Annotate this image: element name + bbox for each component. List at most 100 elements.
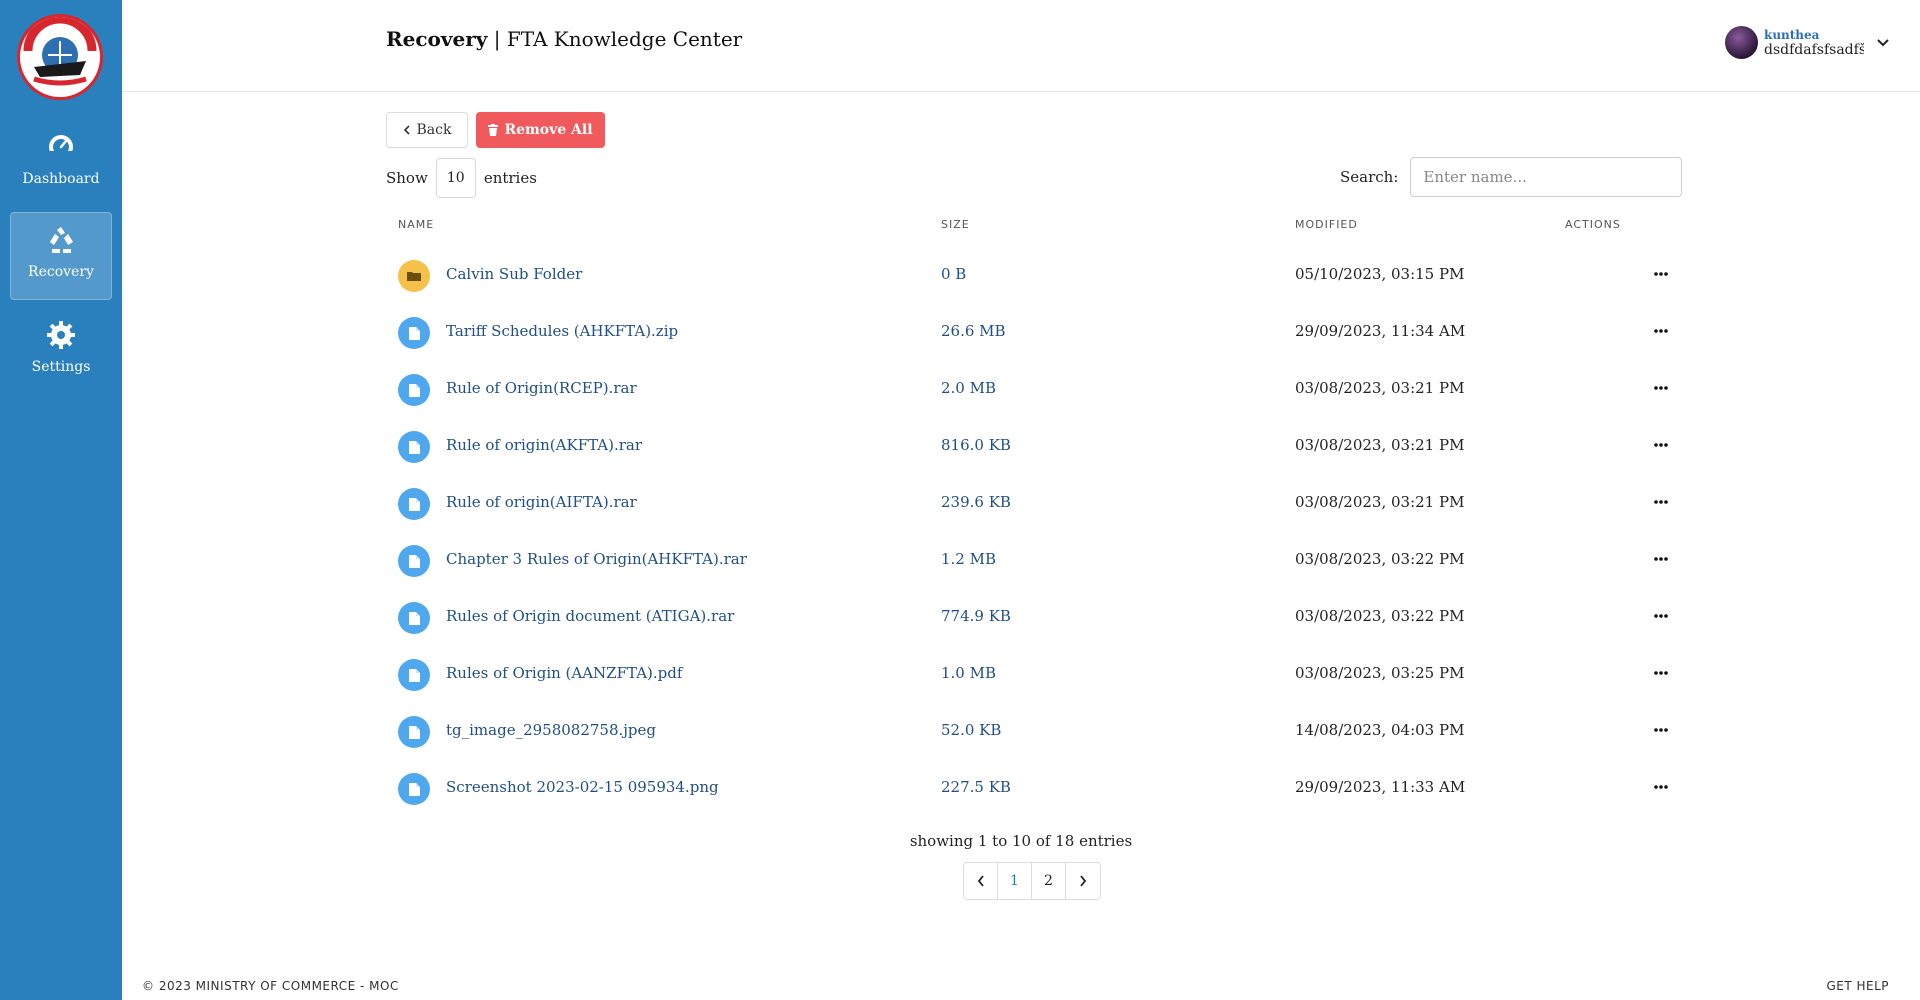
user-name: kunthea: [1764, 27, 1820, 42]
get-help-link[interactable]: GET HELP: [1826, 979, 1889, 993]
more-actions-icon[interactable]: [1648, 320, 1674, 342]
more-actions-icon[interactable]: [1648, 548, 1674, 570]
entries-selector: Show 10 entries: [386, 158, 537, 198]
sidebar-item-recovery[interactable]: Recovery: [10, 212, 112, 300]
file-modified: 03/08/2023, 03:21 PM: [1295, 436, 1465, 454]
more-actions-icon[interactable]: [1648, 377, 1674, 399]
file-icon: [398, 431, 430, 463]
file-modified: 03/08/2023, 03:21 PM: [1295, 379, 1465, 397]
sidebar-item-label: Dashboard: [22, 171, 100, 187]
file-name[interactable]: Screenshot 2023-02-15 095934.png: [446, 778, 719, 796]
more-actions-icon[interactable]: [1648, 605, 1674, 627]
file-modified: 05/10/2023, 03:15 PM: [1295, 265, 1465, 283]
more-actions-icon[interactable]: [1648, 434, 1674, 456]
chevron-left-icon: [403, 125, 410, 135]
file-name[interactable]: tg_image_2958082758.jpeg: [446, 721, 656, 739]
file-size: 1.0 MB: [941, 664, 997, 682]
column-header-size: SIZE: [941, 218, 970, 231]
page-header: Recovery | FTA Knowledge Center kunthea …: [122, 0, 1920, 92]
trash-icon: [488, 124, 499, 136]
file-icon: [398, 374, 430, 406]
more-actions-icon[interactable]: [1648, 263, 1674, 285]
user-menu[interactable]: kunthea dsdfdafsfsadfš: [1725, 26, 1890, 59]
sidebar-item-label: Settings: [31, 359, 91, 375]
file-size: 2.0 MB: [941, 379, 997, 397]
sidebar: Dashboard Recovery Settings: [0, 0, 122, 1000]
entries-select[interactable]: 10: [435, 158, 476, 198]
more-actions-icon[interactable]: [1648, 719, 1674, 741]
table-row[interactable]: Rule of origin(AKFTA).rar 816.0 KB 03/08/2…: [386, 416, 1686, 473]
next-page-button[interactable]: [1066, 863, 1100, 899]
file-icon: [398, 773, 430, 805]
column-header-actions: ACTIONS: [1565, 218, 1621, 231]
ministry-logo-icon[interactable]: [17, 14, 103, 100]
table-row[interactable]: Tariff Schedules (AHKFTA).zip 26.6 MB 29/0…: [386, 302, 1686, 359]
remove-all-button[interactable]: Remove All: [476, 112, 605, 148]
file-name[interactable]: Rule of origin(AIFTA).rar: [446, 493, 637, 511]
table-row[interactable]: Rule of origin(AIFTA).rar 239.6 KB 03/08/2…: [386, 473, 1686, 530]
file-size: 239.6 KB: [941, 493, 1011, 511]
table-row[interactable]: tg_image_2958082758.jpeg 52.0 KB 14/08/202…: [386, 701, 1686, 758]
file-modified: 03/08/2023, 03:22 PM: [1295, 550, 1465, 568]
file-modified: 14/08/2023, 04:03 PM: [1295, 721, 1465, 739]
file-name[interactable]: Chapter 3 Rules of Origin(AHKFTA).rar: [446, 550, 747, 568]
file-size: 227.5 KB: [941, 778, 1011, 796]
file-modified: 03/08/2023, 03:25 PM: [1295, 664, 1465, 682]
file-modified: 29/09/2023, 11:33 AM: [1295, 778, 1466, 796]
file-size: 0 B: [941, 265, 967, 283]
page-button-2[interactable]: 2: [1032, 863, 1066, 899]
pagination: 1 2: [963, 862, 1101, 900]
gear-icon: [47, 321, 75, 349]
file-icon: [398, 602, 430, 634]
pagination-summary: showing 1 to 10 of 18 entries: [909, 832, 1133, 850]
file-name[interactable]: Rule of Origin(RCEP).rar: [446, 379, 637, 397]
file-name[interactable]: Tariff Schedules (AHKFTA).zip: [446, 322, 678, 340]
chevron-down-icon[interactable]: [1876, 36, 1890, 50]
table-row[interactable]: Rules of Origin document (ATIGA).rar 774.…: [386, 587, 1686, 644]
file-size: 774.9 KB: [941, 607, 1011, 625]
file-icon: [398, 317, 430, 349]
chevron-right-icon: [1080, 875, 1087, 887]
remove-all-label: Remove All: [504, 122, 593, 138]
file-size: 816.0 KB: [941, 436, 1011, 454]
file-size: 26.6 MB: [941, 322, 1006, 340]
file-icon: [398, 716, 430, 748]
column-header-name: NAME: [398, 218, 435, 231]
table-row[interactable]: Calvin Sub Folder 0 B 05/10/2023, 03:15 PM: [386, 245, 1686, 302]
page-title: Recovery | FTA Knowledge Center: [386, 27, 742, 51]
table-row[interactable]: Chapter 3 Rules of Origin(AHKFTA).rar 1.2…: [386, 530, 1686, 587]
back-button[interactable]: Back: [386, 112, 468, 148]
file-icon: [398, 659, 430, 691]
chevron-left-icon: [977, 875, 984, 887]
file-name[interactable]: Rule of origin(AKFTA).rar: [446, 436, 642, 454]
table-row[interactable]: Rule of Origin(RCEP).rar 2.0 MB 03/08/2023…: [386, 359, 1686, 416]
file-name[interactable]: Rules of Origin (AANZFTA).pdf: [446, 664, 682, 682]
table-row[interactable]: Screenshot 2023-02-15 095934.png 227.5 KB…: [386, 758, 1686, 815]
user-subtitle: dsdfdafsfsadfš: [1764, 41, 1864, 58]
sidebar-item-label: Recovery: [28, 264, 94, 280]
page-title-rest: | FTA Knowledge Center: [487, 27, 743, 51]
prev-page-button[interactable]: [964, 863, 998, 899]
file-name[interactable]: Calvin Sub Folder: [446, 265, 582, 283]
file-name[interactable]: Rules of Origin document (ATIGA).rar: [446, 607, 734, 625]
avatar[interactable]: [1725, 26, 1758, 59]
more-actions-icon[interactable]: [1648, 491, 1674, 513]
column-header-modified: MODIFIED: [1295, 218, 1358, 231]
page-title-bold: Recovery: [386, 27, 488, 51]
entries-label: entries: [483, 169, 537, 187]
user-info: kunthea dsdfdafsfsadfš: [1764, 28, 1864, 58]
search-input[interactable]: [1410, 157, 1683, 197]
file-size: 1.2 MB: [941, 550, 997, 568]
footer-copyright: © 2023 MINISTRY OF COMMERCE - MOC: [142, 979, 399, 993]
search-label: Search:: [1340, 168, 1399, 186]
show-label: Show: [386, 169, 428, 187]
sidebar-item-dashboard[interactable]: Dashboard: [10, 120, 112, 208]
more-actions-icon[interactable]: [1648, 662, 1674, 684]
back-button-label: Back: [416, 122, 452, 138]
file-modified: 03/08/2023, 03:22 PM: [1295, 607, 1465, 625]
more-actions-icon[interactable]: [1648, 776, 1674, 798]
file-modified: 29/09/2023, 11:34 AM: [1295, 322, 1466, 340]
table-row[interactable]: Rules of Origin (AANZFTA).pdf 1.0 MB 03/08…: [386, 644, 1686, 701]
page-button-1[interactable]: 1: [998, 863, 1032, 899]
sidebar-item-settings[interactable]: Settings: [10, 308, 112, 396]
